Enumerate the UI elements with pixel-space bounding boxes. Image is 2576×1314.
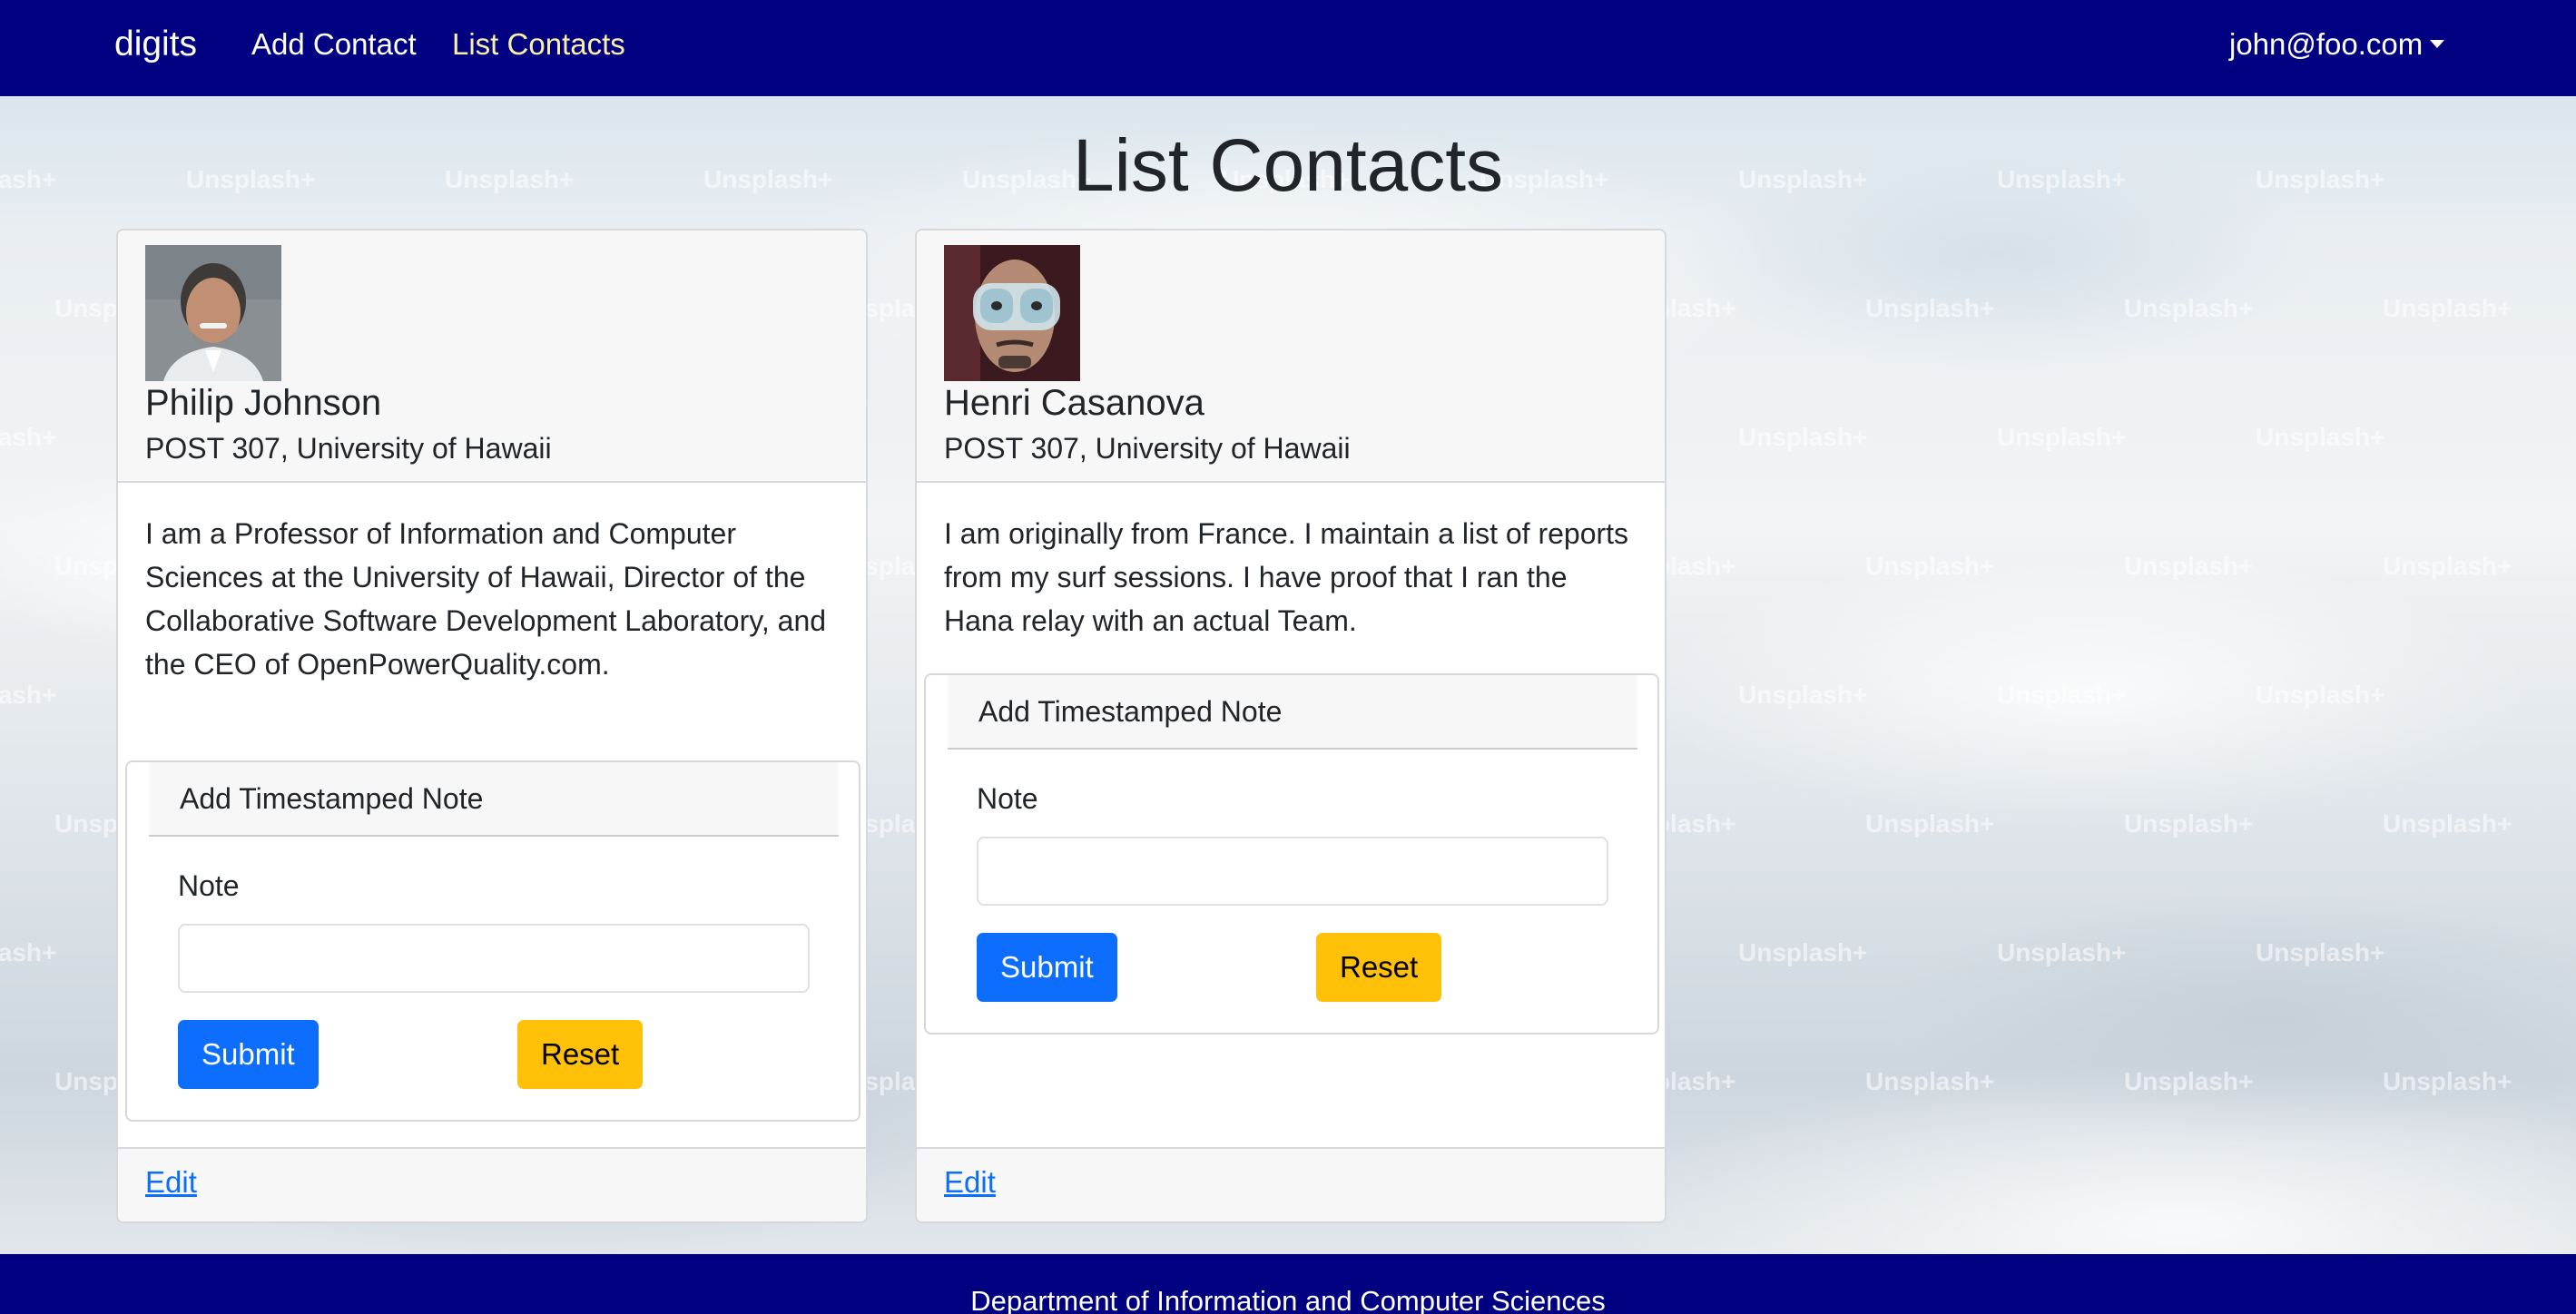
note-form-title: Add Timestamped Note — [180, 782, 484, 815]
watermark-text: Unsplash+ — [1738, 681, 1868, 709]
watermark-text: Unsplash+ — [2124, 294, 2254, 322]
page-footer: Department of Information and Computer S… — [0, 1254, 2576, 1314]
watermark-text: Unsplash+ — [1865, 809, 1995, 838]
watermark-text: Unsplash+ — [1738, 938, 1868, 966]
note-label: Note — [178, 869, 240, 902]
submit-button[interactable]: Submit — [178, 1020, 319, 1089]
reset-button[interactable]: Reset — [517, 1020, 644, 1089]
contact-name: Henri Casanova — [944, 383, 1204, 423]
user-dropdown[interactable]: john@foo.com — [2229, 27, 2445, 62]
note-form-header: Add Timestamped Note — [149, 762, 839, 837]
edit-link[interactable]: Edit — [145, 1165, 197, 1200]
contact-address: POST 307, University of Hawaii — [944, 432, 1351, 465]
watermark-text: Unsplash+ — [2383, 552, 2512, 580]
contact-card: Philip Johnson POST 307, University of H… — [116, 229, 868, 1223]
brand-logo[interactable]: digits — [114, 25, 197, 64]
user-email: john@foo.com — [2229, 27, 2424, 61]
watermark-text: Unsplash+ — [2383, 809, 2512, 838]
watermark-text: Unsplash+ — [2256, 681, 2385, 709]
watermark-text: Unsplash+ — [2124, 809, 2254, 838]
watermark-text: Unsplash+ — [2124, 552, 2254, 580]
card-header: Henri Casanova POST 307, University of H… — [917, 230, 1665, 483]
watermark-text: Unsplash+ — [2124, 1067, 2254, 1095]
contact-address: POST 307, University of Hawaii — [145, 432, 552, 465]
watermark-text: Unsplash+ — [0, 423, 57, 451]
contact-card: Henri Casanova POST 307, University of H… — [915, 229, 1667, 1223]
contact-name: Philip Johnson — [145, 383, 382, 423]
note-label: Note — [977, 782, 1038, 815]
avatar — [944, 245, 1080, 381]
watermark-text: Unsplash+ — [2383, 294, 2512, 322]
note-form-header: Add Timestamped Note — [948, 675, 1637, 750]
watermark-text: Unsplash+ — [2383, 1067, 2512, 1095]
watermark-text: Unsplash+ — [0, 681, 57, 709]
note-form: Add Timestamped Note Note Submit Reset — [924, 673, 1659, 1035]
card-footer: Edit — [917, 1147, 1665, 1221]
note-input[interactable] — [178, 924, 810, 993]
note-input[interactable] — [977, 837, 1608, 906]
nav-add-contact[interactable]: Add Contact — [251, 27, 417, 62]
watermark-text: Unsplash+ — [0, 938, 57, 966]
footer-text: Department of Information and Computer S… — [970, 1285, 1606, 1314]
watermark-text: Unsplash+ — [1997, 681, 2127, 709]
watermark-text: Unsplash+ — [1865, 552, 1995, 580]
watermark-text: Unsplash+ — [1997, 423, 2127, 451]
nav-list-contacts[interactable]: List Contacts — [452, 27, 625, 62]
watermark-text: Unsplash+ — [2256, 938, 2385, 966]
watermark-text: Unsplash+ — [2256, 423, 2385, 451]
edit-link[interactable]: Edit — [944, 1165, 996, 1200]
contact-description: I am a Professor of Information and Comp… — [145, 517, 827, 681]
watermark-text: Unsplash+ — [1865, 1067, 1995, 1095]
reset-button[interactable]: Reset — [1316, 933, 1442, 1002]
avatar — [145, 245, 281, 381]
note-form: Add Timestamped Note Note Submit Reset — [125, 760, 860, 1122]
page-title: List Contacts — [1073, 124, 1503, 207]
card-header: Philip Johnson POST 307, University of H… — [118, 230, 866, 483]
watermark-text: Unsplash+ — [1865, 294, 1995, 322]
caret-down-icon — [2430, 39, 2445, 48]
card-footer: Edit — [118, 1147, 866, 1221]
note-form-title: Add Timestamped Note — [978, 695, 1283, 728]
watermark-text: Unsplash+ — [1738, 423, 1868, 451]
watermark-text: Unsplash+ — [1997, 938, 2127, 966]
navbar: digits Add Contact List Contacts john@fo… — [0, 0, 2576, 96]
submit-button[interactable]: Submit — [977, 933, 1117, 1002]
contact-description: I am originally from France. I maintain … — [944, 517, 1629, 637]
